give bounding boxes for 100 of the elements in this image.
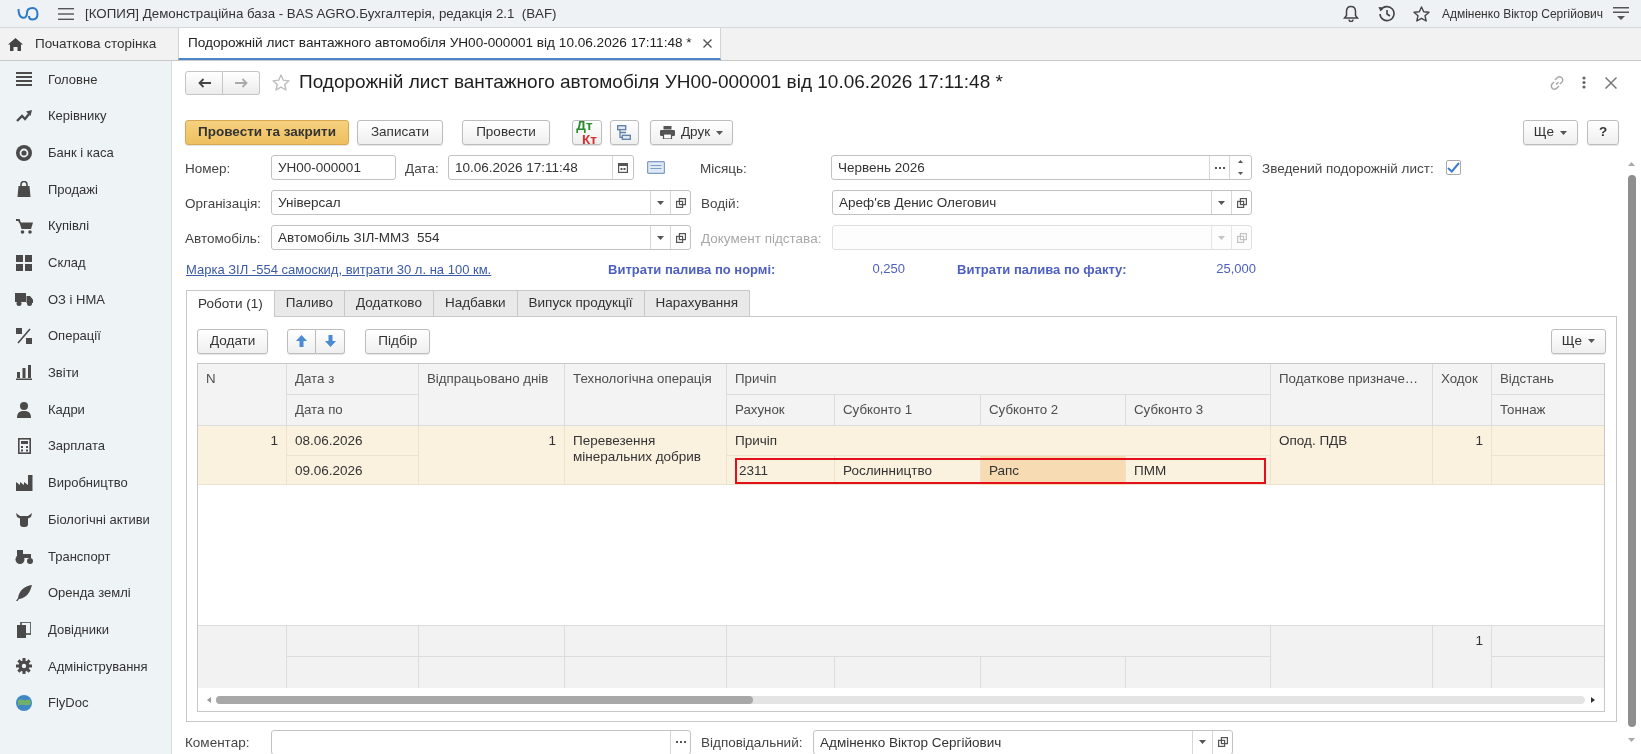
- more-button[interactable]: Ще: [1550, 328, 1606, 354]
- toolbar-button[interactable]: Записати: [356, 120, 444, 145]
- scrollbar-thumb[interactable]: [216, 695, 753, 704]
- sidebar-item[interactable]: Банк і каса: [0, 134, 171, 172]
- sidebar-item[interactable]: ОЗ і НМА: [0, 281, 171, 318]
- table-row[interactable]: 1 08.06.2026 09.06.2026 1 Перевезення мінеральних добрив Причіп 2311 Рослинництво Рапс ПММ Опод. ПДВ 1: [198, 426, 1604, 485]
- sidebar-item[interactable]: Продажі: [0, 171, 171, 208]
- caret-icon: [657, 235, 664, 240]
- close-icon[interactable]: [1605, 76, 1617, 89]
- comment-field[interactable]: [271, 729, 691, 754]
- card-icon[interactable]: [647, 161, 665, 174]
- coin-icon: [16, 144, 32, 161]
- sidebar-item[interactable]: FlyDoc: [0, 684, 171, 722]
- tab[interactable]: Роботи (1): [186, 290, 275, 317]
- tab[interactable]: Надбавки: [432, 290, 518, 316]
- move-up-button[interactable]: [287, 328, 317, 354]
- table-cell: 08.06.2026: [287, 426, 419, 456]
- responsible-field[interactable]: Адміненко Віктор Сергійович: [813, 729, 1233, 754]
- split-squares-icon: [16, 328, 32, 345]
- post-and-close-button[interactable]: Провести та закрити: [185, 120, 349, 145]
- toolbar-button[interactable]: Додати: [197, 328, 269, 354]
- logo-icon[interactable]: [17, 6, 39, 21]
- field-label: Автомобіль:: [185, 230, 261, 246]
- organization-field[interactable]: Універсал: [271, 190, 691, 215]
- star-icon[interactable]: [272, 74, 290, 91]
- cart-icon: [15, 218, 33, 234]
- sidebar-item[interactable]: Виробництво: [0, 464, 171, 502]
- postings-button[interactable]: Дт Кт: [571, 120, 602, 145]
- cow-head-icon: [16, 512, 32, 528]
- print-button[interactable]: Друк: [649, 120, 734, 145]
- sidebar-item[interactable]: Довідники: [0, 611, 171, 648]
- sidebar-item[interactable]: Купівлі: [0, 207, 171, 245]
- more-icon[interactable]: [1582, 76, 1586, 89]
- structure-button[interactable]: [609, 120, 639, 145]
- toolbar-button[interactable]: Підбір: [365, 328, 431, 354]
- up-arrow-icon: [296, 335, 308, 347]
- scroll-left-icon[interactable]: [207, 696, 211, 703]
- caret-icon: [1560, 130, 1567, 135]
- open-window-icon: [1217, 737, 1228, 747]
- open-window-icon: [1236, 197, 1247, 208]
- history-icon[interactable]: [1377, 5, 1395, 22]
- sidebar-item[interactable]: Біологічні активи: [0, 501, 171, 538]
- open-window-icon: [675, 197, 686, 208]
- bell-icon[interactable]: [1342, 5, 1359, 22]
- tab[interactable]: Нарахування: [643, 290, 751, 316]
- sidebar-item[interactable]: Адміністрування: [0, 648, 171, 685]
- sidebar-item[interactable]: Кадри: [0, 391, 171, 428]
- driver-field[interactable]: Ареф'єв Денис Олегович: [832, 190, 1252, 215]
- number-field[interactable]: УН00-000001: [271, 155, 396, 180]
- sidebar-item[interactable]: Склад: [0, 244, 171, 282]
- boxes-icon: [16, 254, 32, 271]
- tab[interactable]: Випуск продукції: [516, 290, 645, 316]
- scroll-down-icon[interactable]: [1628, 738, 1635, 742]
- globe-icon: [16, 695, 32, 712]
- caret-icon: [716, 130, 724, 135]
- close-icon[interactable]: [702, 38, 712, 48]
- vehicle-info-link[interactable]: Марка ЗІЛ -554 самоскид, витрати 30 л. на 100 км.: [186, 262, 492, 277]
- scroll-up-icon[interactable]: [1628, 162, 1635, 166]
- field-label: Коментар:: [185, 735, 250, 750]
- menu-icon[interactable]: [1613, 7, 1629, 20]
- truck-icon: [15, 292, 33, 306]
- toolbar-button[interactable]: Провести: [462, 120, 550, 145]
- more-button[interactable]: Ще: [1522, 120, 1578, 145]
- tab[interactable]: Паливо: [273, 290, 345, 316]
- scrollbar-thumb[interactable]: [1627, 175, 1636, 727]
- sidebar-item[interactable]: Зарплата: [0, 427, 171, 465]
- move-down-button[interactable]: [316, 328, 346, 354]
- caret-icon: [657, 200, 664, 205]
- factory-icon: [15, 474, 33, 491]
- scroll-right-icon[interactable]: [1591, 696, 1595, 703]
- month-field[interactable]: Червень 2026: [831, 155, 1252, 180]
- document-tab[interactable]: Подорожній лист вантажного автомобіля УН00-000001 від 10.06.2026 17:11:48 *: [178, 28, 721, 60]
- user-name[interactable]: Адміненко Віктор Сергійович: [1441, 4, 1603, 23]
- menu-icon[interactable]: [58, 7, 74, 20]
- tractor-icon: [15, 548, 33, 564]
- sidebar-item[interactable]: Головне: [0, 61, 171, 98]
- link-icon[interactable]: [1549, 74, 1565, 91]
- sidebar-item[interactable]: Звіти: [0, 354, 171, 392]
- sidebar-item[interactable]: Операції: [0, 317, 171, 355]
- field-label: Зведений подорожній лист:: [1262, 160, 1434, 176]
- field-label: Документ підстава:: [701, 230, 822, 246]
- home-tab[interactable]: Початкова сторінка: [0, 28, 172, 60]
- document-title: Подорожній лист вантажного автомобіля УН00-000001 від 10.06.2026 17:11:48 *: [299, 70, 1003, 95]
- star-icon[interactable]: [1412, 5, 1430, 22]
- printer-icon: [659, 126, 675, 139]
- caret-icon: [1199, 740, 1206, 744]
- vehicle-field[interactable]: Автомобіль ЗІЛ-ММЗ 554: [271, 225, 691, 250]
- list-icon: [16, 72, 32, 87]
- tab[interactable]: Додатково: [344, 290, 434, 316]
- checkbox[interactable]: [1446, 160, 1461, 175]
- field-label: Організація:: [185, 195, 262, 211]
- sidebar-item[interactable]: Оренда землі: [0, 574, 171, 612]
- sidebar-item[interactable]: Керівнику: [0, 97, 171, 135]
- back-button[interactable]: [185, 70, 223, 95]
- sidebar-item[interactable]: Транспорт: [0, 537, 171, 575]
- help-button[interactable]: ?: [1587, 120, 1619, 145]
- scrollbar-track[interactable]: [216, 695, 1585, 704]
- gear-icon: [16, 658, 32, 675]
- open-window-icon: [1236, 232, 1247, 243]
- date-field[interactable]: 10.06.2026 17:11:48: [448, 155, 634, 180]
